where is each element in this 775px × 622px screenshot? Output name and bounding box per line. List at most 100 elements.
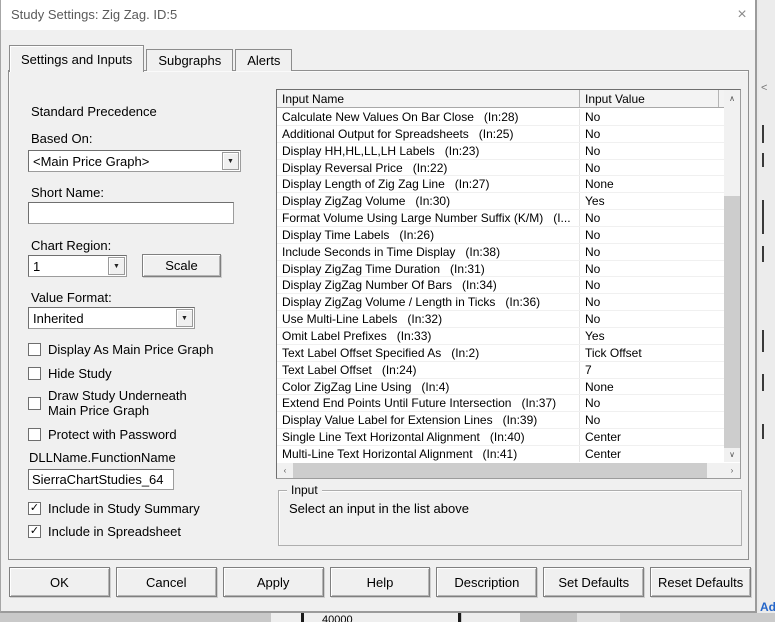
checkbox-include-in-study-summary[interactable]: ✓ Include in Study Summary [28,501,200,516]
table-row[interactable]: Display Reversal Price (In:22) No [277,160,724,177]
scroll-left-icon[interactable]: ‹ [277,463,293,478]
table-row[interactable]: Display ZigZag Volume (In:30) Yes [277,193,724,210]
scrollbar-thumb[interactable] [724,196,740,448]
short-name-input[interactable] [28,202,234,224]
table-row[interactable]: Color ZigZag Line Using (In:4) None [277,379,724,396]
tab-settings-and-inputs[interactable]: Settings and Inputs [9,45,144,72]
checkbox-label: Protect with Password [48,427,177,442]
description-button[interactable]: Description [436,567,537,597]
value-format-select[interactable]: Inherited ▼ [28,307,195,329]
input-name-cell: Include Seconds in Time Display (In:38) [277,244,580,260]
background-window-right-strip: < [759,0,775,622]
reset-defaults-button[interactable]: Reset Defaults [650,567,751,597]
input-name-cell: Display Reversal Price (In:22) [277,160,580,176]
input-value-cell: No [580,294,600,310]
chart-region-select[interactable]: 1 ▼ [28,255,127,277]
value-format-label: Value Format: [31,290,112,305]
chevron-down-icon[interactable]: ▼ [108,257,125,275]
dll-name-input[interactable] [28,469,174,490]
table-row[interactable]: Multi-Line Text Horizontal Alignment (In… [277,446,724,462]
help-button[interactable]: Help [330,567,431,597]
input-groupbox: Input Select an input in the list above [278,490,742,546]
tab-alerts[interactable]: Alerts [235,49,292,71]
table-row[interactable]: Display ZigZag Volume / Length in Ticks … [277,294,724,311]
background-partial-link: Ad [760,600,775,614]
help-button-label: Help [367,575,394,590]
input-value-cell: Center [580,429,621,445]
ok-button[interactable]: OK [9,567,110,597]
table-row[interactable]: Display Value Label for Extension Lines … [277,412,724,429]
checkbox-protect-with-password[interactable]: Protect with Password [28,427,177,442]
checkbox-include-in-spreadsheet[interactable]: ✓ Include in Spreadsheet [28,524,181,539]
input-name-cell: Display ZigZag Volume (In:30) [277,193,580,209]
table-row[interactable]: Text Label Offset (In:24) 7 [277,362,724,379]
set-defaults-button-label: Set Defaults [558,575,629,590]
table-row[interactable]: Display ZigZag Time Duration (In:31) No [277,261,724,278]
background-segment [620,613,775,622]
checkbox-hide-study[interactable]: Hide Study [28,366,112,381]
input-value-cell: No [580,126,600,142]
chart-region-value: 1 [33,259,40,274]
checkbox-box[interactable]: ✓ [28,502,41,515]
input-value-cell: 7 [580,362,592,378]
set-defaults-button[interactable]: Set Defaults [543,567,644,597]
tab-label: Subgraphs [158,53,221,68]
apply-button-label: Apply [257,575,290,590]
cancel-button[interactable]: Cancel [116,567,217,597]
input-value-cell: Tick Offset [580,345,642,361]
scrollbar-thumb[interactable] [293,463,707,478]
input-groupbox-title: Input [287,483,322,497]
table-row[interactable]: Include Seconds in Time Display (In:38) … [277,244,724,261]
column-header-input-name[interactable]: Input Name [277,90,580,107]
scroll-right-icon[interactable]: › [724,463,740,478]
table-row[interactable]: Format Volume Using Large Number Suffix … [277,210,724,227]
background-segment [520,613,577,622]
input-name-cell: Color ZigZag Line Using (In:4) [277,379,580,395]
based-on-select[interactable]: <Main Price Graph> ▼ [28,150,241,172]
precedence-label: Standard Precedence [31,104,157,119]
checkmark-icon: ✓ [30,502,39,514]
table-row[interactable]: Omit Label Prefixes (In:33) Yes [277,328,724,345]
input-value-cell: No [580,244,600,260]
vertical-scrollbar[interactable]: ∧ ∨ [724,90,740,462]
table-row[interactable]: Display Time Labels (In:26) No [277,227,724,244]
tab-subgraphs[interactable]: Subgraphs [146,49,233,71]
background-chart-mark [762,125,764,143]
input-name-cell: Extend End Points Until Future Intersect… [277,395,580,411]
checkbox-box[interactable]: ✓ [28,525,41,538]
table-row[interactable]: Additional Output for Spreadsheets (In:2… [277,126,724,143]
table-row[interactable]: Single Line Text Horizontal Alignment (I… [277,429,724,446]
table-row[interactable]: Calculate New Values On Bar Close (In:28… [277,109,724,126]
chevron-down-icon[interactable]: ▼ [176,309,193,327]
scroll-up-icon[interactable]: ∧ [724,90,740,106]
checkbox-box[interactable] [28,343,41,356]
table-row[interactable]: Display ZigZag Number Of Bars (In:34) No [277,277,724,294]
close-button[interactable]: × [731,4,753,26]
table-row[interactable]: Use Multi-Line Labels (In:32) No [277,311,724,328]
table-row[interactable]: Display HH,HL,LL,LH Labels (In:23) No [277,143,724,160]
input-value-cell: No [580,412,600,428]
input-name-cell: Display Length of Zig Zag Line (In:27) [277,176,580,192]
table-row[interactable]: Text Label Offset Specified As (In:2) Ti… [277,345,724,362]
background-chart-tick [301,613,304,622]
checkbox-box[interactable] [28,397,41,410]
table-row[interactable]: Extend End Points Until Future Intersect… [277,395,724,412]
input-name-cell: Display ZigZag Number Of Bars (In:34) [277,277,580,293]
short-name-label: Short Name: [31,185,104,200]
apply-button[interactable]: Apply [223,567,324,597]
input-value-cell: No [580,210,600,226]
checkbox-label: Draw Study Underneath Main Price Graph [48,388,213,418]
input-name-cell: Omit Label Prefixes (In:33) [277,328,580,344]
checkbox-draw-study-underneath[interactable]: Draw Study Underneath Main Price Graph [28,388,238,418]
inputs-list-header: Input Name Input Value [277,90,724,108]
chevron-down-icon[interactable]: ▼ [222,152,239,170]
checkbox-display-as-main-price-graph[interactable]: Display As Main Price Graph [28,342,213,357]
column-header-input-value[interactable]: Input Value [580,90,719,107]
ok-button-label: OK [50,575,69,590]
scale-button[interactable]: Scale [142,254,221,277]
table-row[interactable]: Display Length of Zig Zag Line (In:27) N… [277,176,724,193]
checkbox-box[interactable] [28,367,41,380]
checkbox-box[interactable] [28,428,41,441]
scroll-down-icon[interactable]: ∨ [724,446,740,462]
horizontal-scrollbar[interactable]: ‹ › [277,463,740,478]
